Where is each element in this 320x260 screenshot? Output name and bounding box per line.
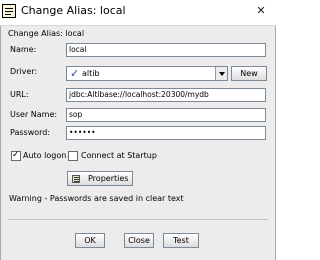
name-field[interactable]: local <box>66 43 266 57</box>
dialog-panel <box>0 26 276 260</box>
auto-logon-checkbox[interactable] <box>11 149 21 161</box>
name-label: Name: <box>10 45 37 54</box>
window-title: Change Alias: local <box>21 4 126 17</box>
driver-value: altib <box>82 69 100 78</box>
new-driver-button[interactable]: New <box>231 66 267 81</box>
title-bar: Change Alias: local ✕ <box>0 0 276 26</box>
user-name-label: User Name: <box>10 110 58 119</box>
properties-button-label: Properties <box>88 174 129 183</box>
properties-button[interactable]: Properties <box>67 171 133 186</box>
properties-icon <box>72 175 80 183</box>
driver-select[interactable]: ✓ altib <box>66 66 228 81</box>
driver-label: Driver: <box>10 67 38 76</box>
close-window-button[interactable]: ✕ <box>253 3 269 19</box>
connect-at-startup-label: Connect at Startup <box>81 151 157 160</box>
app-window-icon <box>2 4 16 18</box>
auto-logon-label: Auto logon <box>23 151 67 160</box>
chevron-down-icon[interactable] <box>215 67 227 80</box>
connect-at-startup-checkbox[interactable] <box>68 151 78 161</box>
dialog-subtitle: Change Alias: local <box>8 29 85 38</box>
password-field[interactable]: •••••• <box>66 126 266 140</box>
password-label: Password: <box>10 128 51 137</box>
divider <box>8 219 268 220</box>
test-button[interactable]: Test <box>163 233 199 248</box>
ok-button[interactable]: OK <box>75 233 105 248</box>
user-name-field[interactable]: sop <box>66 108 266 122</box>
url-label: URL: <box>10 90 29 99</box>
url-field[interactable]: jdbc:Altibase://localhost:20300/mydb <box>66 88 266 102</box>
close-button[interactable]: Close <box>124 233 154 248</box>
password-warning: Warning - Passwords are saved in clear t… <box>9 194 184 203</box>
checkmark-icon: ✓ <box>70 67 80 80</box>
